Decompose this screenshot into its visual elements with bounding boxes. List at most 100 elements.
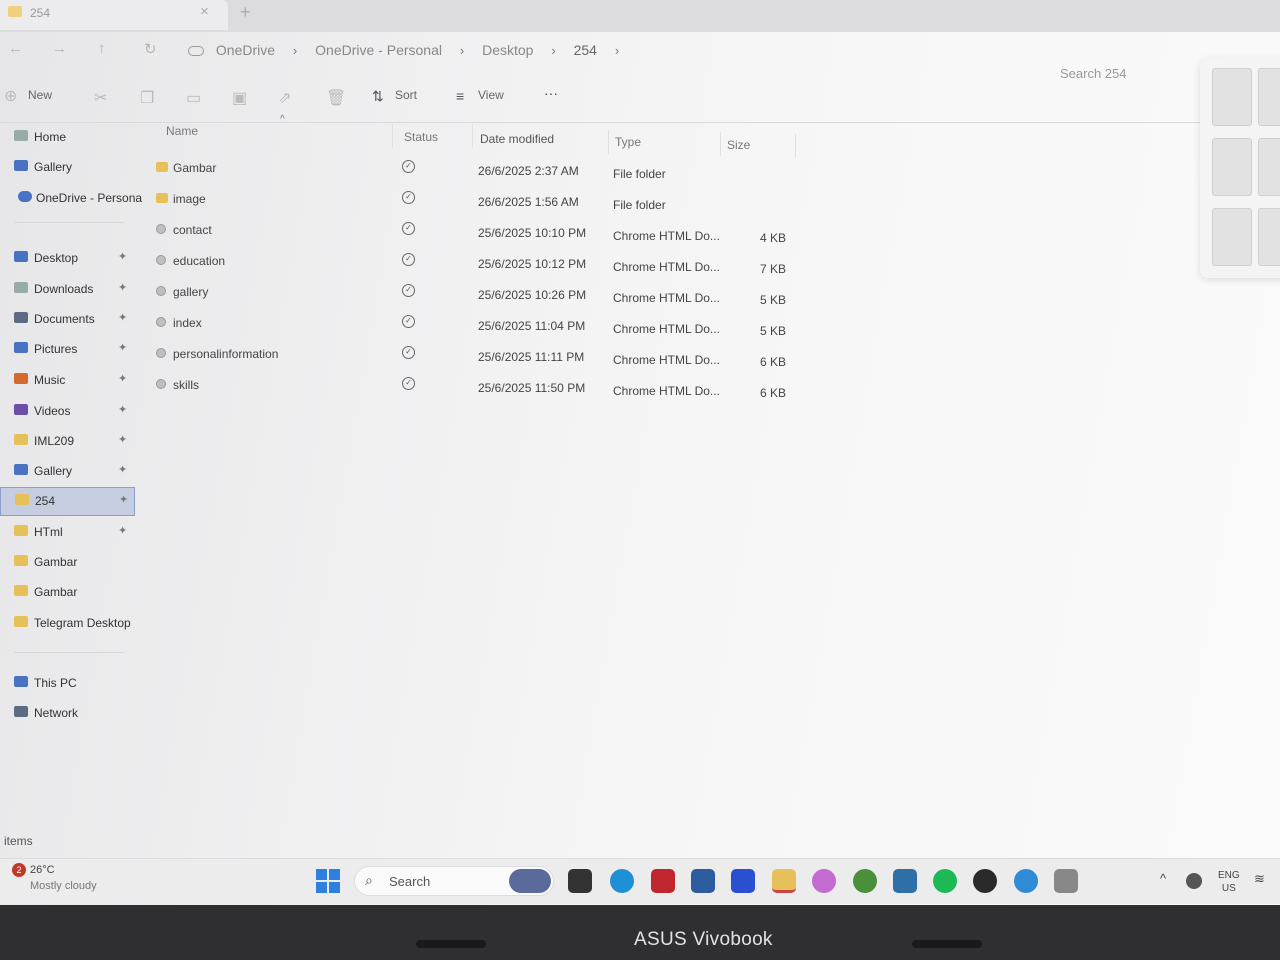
back-icon[interactable]: ← — [8, 40, 23, 57]
snap-zone[interactable] — [1212, 208, 1252, 266]
copy-icon[interactable]: ❐ — [140, 88, 154, 108]
sort-up-icon: ^ — [280, 114, 285, 125]
sidebar-item-gambar[interactable]: Gambar — [0, 549, 135, 575]
store-icon[interactable] — [691, 869, 715, 893]
taskbar-search[interactable]: ⌕ Search — [354, 866, 554, 896]
file-row[interactable]: education ✓ 25/6/2025 10:12 PM Chrome HT… — [140, 247, 820, 277]
column-separator[interactable] — [608, 130, 609, 154]
videos-icon — [14, 404, 28, 415]
pin-icon: ✦ — [118, 404, 128, 416]
column-header-date[interactable]: Date modified — [480, 132, 554, 146]
whatsapp-icon[interactable] — [973, 869, 997, 893]
windows-logo-icon — [329, 869, 340, 880]
column-header-name[interactable]: Name — [166, 124, 198, 138]
chrome-icon[interactable] — [853, 869, 877, 893]
folder-icon — [14, 434, 28, 445]
breadcrumb-item-onedrive-personal[interactable]: OneDrive - Personal — [315, 42, 442, 58]
file-type: File folder — [613, 167, 666, 181]
sidebar-item-gallery-pinned[interactable]: Gallery ✦ — [0, 458, 135, 484]
file-row[interactable]: Gambar ✓ 26/6/2025 2:37 AM File folder — [140, 154, 820, 184]
sidebar-item-telegram-desktop[interactable]: Telegram Desktop — [0, 610, 135, 636]
forward-icon[interactable]: → — [52, 40, 67, 57]
up-icon[interactable]: ↑ — [98, 40, 106, 57]
more-options-button[interactable]: ··· — [544, 85, 558, 101]
column-separator[interactable] — [720, 132, 721, 156]
sidebar-item-254[interactable]: 254 ✦ — [0, 487, 135, 516]
share-icon[interactable]: ⇗ — [278, 88, 291, 108]
sidebar-item-onedrive[interactable]: OneDrive - Persona — [0, 185, 142, 211]
start-button[interactable] — [316, 869, 340, 893]
snap-zone[interactable] — [1258, 208, 1280, 266]
view-button[interactable]: View — [478, 88, 504, 102]
mcafee-icon[interactable] — [651, 869, 675, 893]
snap-zone[interactable] — [1258, 68, 1280, 126]
column-header-status[interactable]: Status — [404, 130, 438, 144]
new-button[interactable]: New — [28, 88, 52, 102]
sidebar-item-pictures[interactable]: Pictures ✦ — [0, 336, 135, 362]
chevron-right-icon[interactable]: › — [460, 43, 464, 58]
sort-button[interactable]: Sort — [395, 88, 417, 102]
breadcrumb-item-onedrive[interactable]: OneDrive — [216, 42, 275, 58]
sync-status-icon: ✓ — [402, 346, 415, 359]
sidebar-item-network[interactable]: Network — [0, 700, 135, 726]
chevron-right-icon[interactable]: › — [293, 43, 297, 58]
snap-zone[interactable] — [1212, 68, 1252, 126]
chevron-up-icon[interactable]: ^ — [1160, 871, 1166, 886]
explorer-tab[interactable]: 254 × — [0, 0, 228, 30]
sync-status-icon: ✓ — [402, 315, 415, 328]
myasus-icon[interactable] — [731, 869, 755, 893]
spotify-icon[interactable] — [933, 869, 957, 893]
column-separator[interactable] — [472, 124, 473, 148]
file-row[interactable]: contact ✓ 25/6/2025 10:10 PM Chrome HTML… — [140, 216, 820, 246]
telegram-icon[interactable] — [1014, 869, 1038, 893]
breadcrumb-item-desktop[interactable]: Desktop — [482, 42, 533, 58]
file-size: 4 KB — [760, 231, 787, 245]
sidebar-item-label: Desktop — [34, 251, 79, 265]
folder-icon — [156, 162, 168, 172]
copilot-icon[interactable] — [812, 869, 836, 893]
sidebar-item-desktop[interactable]: Desktop ✦ — [0, 245, 135, 271]
sidebar-item-videos[interactable]: Videos ✦ — [0, 398, 135, 424]
cut-icon[interactable]: ✂ — [94, 88, 107, 108]
sidebar-item-downloads[interactable]: Downloads ✦ — [0, 276, 135, 302]
file-row[interactable]: index ✓ 25/6/2025 11:04 PM Chrome HTML D… — [140, 309, 820, 339]
refresh-icon[interactable]: ↻ — [144, 40, 157, 58]
breadcrumb[interactable]: OneDrive › OneDrive - Personal › Desktop… — [188, 42, 633, 68]
paste-icon[interactable]: ▭ — [186, 88, 201, 108]
sidebar-item-music[interactable]: Music ✦ — [0, 367, 135, 393]
sidebar-item-this-pc[interactable]: This PC — [0, 670, 135, 696]
column-header-size[interactable]: Size — [727, 138, 750, 152]
delete-icon[interactable]: 🗑 — [326, 88, 346, 108]
wifi-icon[interactable]: ≋ — [1254, 871, 1265, 887]
task-view-icon[interactable] — [568, 869, 592, 893]
file-explorer-icon[interactable] — [772, 869, 796, 893]
new-tab-button[interactable]: + — [240, 2, 251, 23]
language-indicator[interactable]: ENG US — [1218, 869, 1240, 895]
file-row[interactable]: gallery ✓ 25/6/2025 10:26 PM Chrome HTML… — [140, 278, 820, 308]
notepad-icon[interactable] — [893, 869, 917, 893]
taskbar-search-label: Search — [389, 874, 431, 889]
edge-icon[interactable] — [610, 869, 634, 893]
file-row[interactable]: personalinformation ✓ 25/6/2025 11:11 PM… — [140, 340, 820, 370]
chevron-right-icon[interactable]: › — [615, 43, 619, 58]
column-separator[interactable] — [392, 124, 393, 148]
file-row[interactable]: image ✓ 26/6/2025 1:56 AM File folder — [140, 185, 820, 215]
sidebar-item-iml209[interactable]: IML209 ✦ — [0, 428, 135, 454]
snipping-tool-icon[interactable] — [1054, 869, 1078, 893]
snap-zone[interactable] — [1258, 138, 1280, 196]
tab-close-button[interactable]: × — [200, 3, 209, 20]
onedrive-tray-icon[interactable] — [1186, 873, 1202, 889]
sidebar-item-home[interactable]: Home — [0, 124, 135, 150]
rename-icon[interactable]: ▣ — [232, 88, 247, 108]
sidebar-item-gambar[interactable]: Gambar — [0, 579, 135, 605]
sidebar-item-documents[interactable]: Documents ✦ — [0, 306, 135, 332]
windows-logo-icon — [329, 882, 340, 893]
sidebar-item-gallery[interactable]: Gallery — [0, 154, 135, 180]
folder-icon — [156, 193, 168, 203]
file-row[interactable]: skills ✓ 25/6/2025 11:50 PM Chrome HTML … — [140, 371, 820, 401]
column-header-type[interactable]: Type — [615, 135, 641, 149]
breadcrumb-item-254[interactable]: 254 — [574, 42, 597, 58]
chevron-right-icon[interactable]: › — [551, 43, 555, 58]
sidebar-item-html[interactable]: HTml ✦ — [0, 519, 135, 545]
snap-zone[interactable] — [1212, 138, 1252, 196]
